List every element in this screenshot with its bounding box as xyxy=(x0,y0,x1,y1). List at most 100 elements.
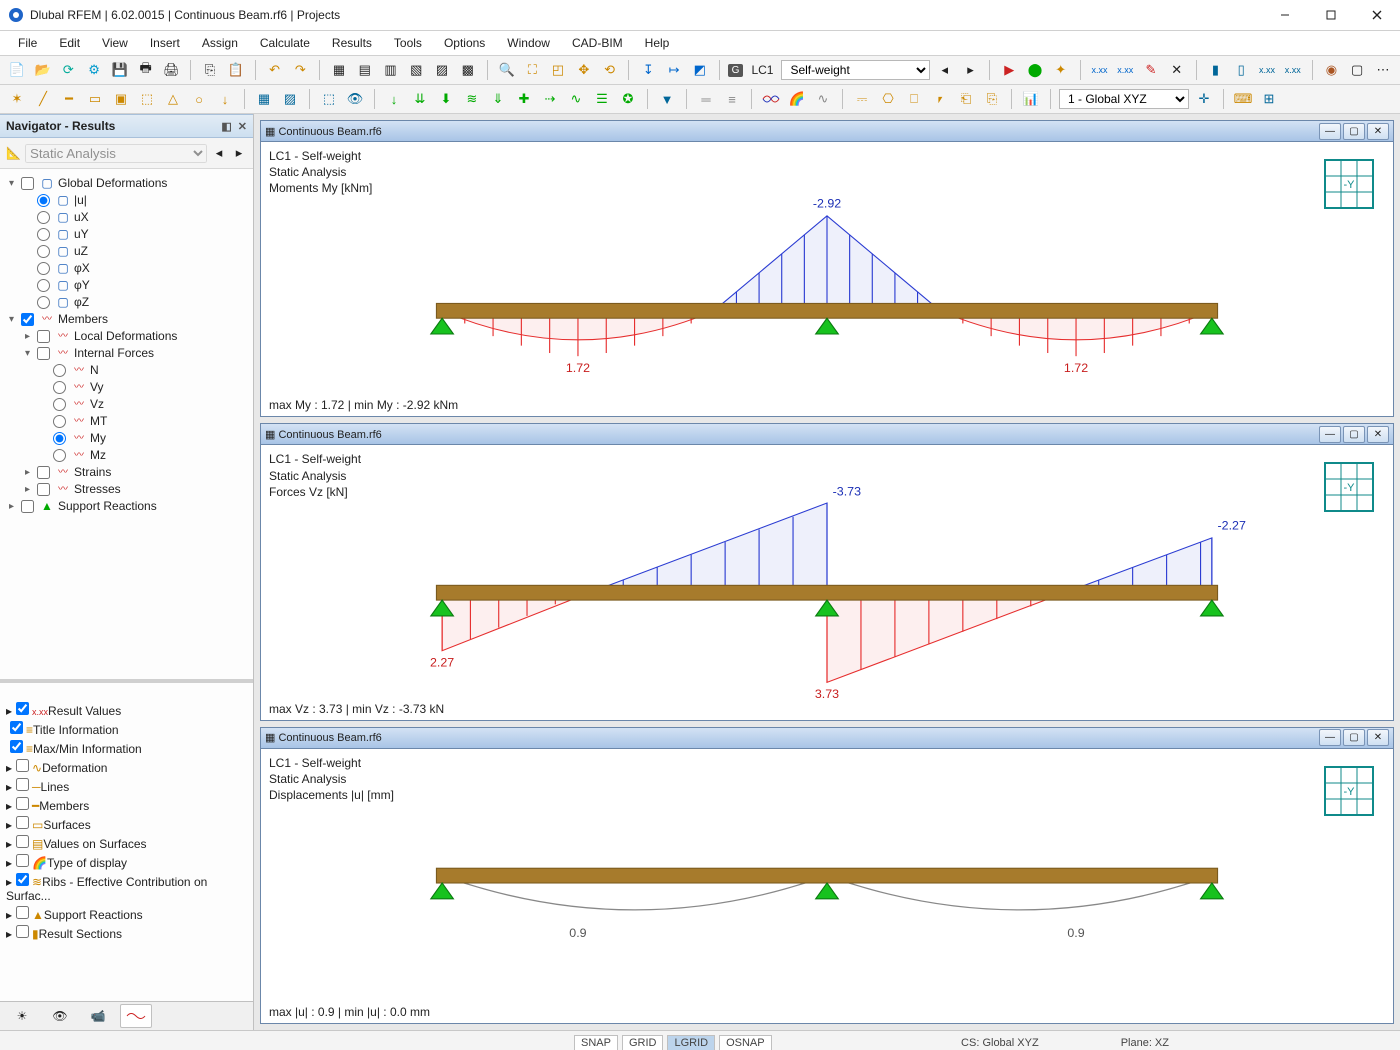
new-icon[interactable]: 📄 xyxy=(6,59,28,81)
view-min-button[interactable]: — xyxy=(1319,123,1341,140)
show-icon[interactable]: 👁 xyxy=(344,88,366,110)
diagram-style1-icon[interactable]: ⎓ xyxy=(851,88,873,110)
opt-label[interactable]: Result Values xyxy=(48,704,121,718)
osnap-toggle[interactable]: OSNAP xyxy=(719,1035,772,1050)
opt-checkbox[interactable] xyxy=(10,721,23,734)
tree-label[interactable]: Strains xyxy=(74,464,111,481)
grid-toggle[interactable]: GRID xyxy=(622,1035,664,1050)
twisty-icon[interactable]: ▾ xyxy=(6,175,17,192)
opt-checkbox[interactable] xyxy=(10,740,23,753)
viewport[interactable]: LC1 - Self-weight Static Analysis Moment… xyxy=(261,142,1393,416)
tree-label[interactable]: φZ xyxy=(74,294,89,311)
close-button[interactable] xyxy=(1354,0,1400,30)
wireframe-icon[interactable]: ▢ xyxy=(1346,59,1368,81)
analysis-type-select[interactable]: Static Analysis xyxy=(25,144,207,163)
surface-icon[interactable]: ▭ xyxy=(84,88,106,110)
section3-icon[interactable]: x.xx xyxy=(1256,59,1278,81)
mesh2-icon[interactable]: ▨ xyxy=(279,88,301,110)
calc-icon[interactable]: ▶ xyxy=(998,59,1020,81)
opt-checkbox[interactable] xyxy=(16,797,29,810)
tree-radio[interactable] xyxy=(53,449,66,462)
tab-results[interactable] xyxy=(120,1004,152,1028)
menu-edit[interactable]: Edit xyxy=(49,33,90,53)
movingload-icon[interactable]: ⇢ xyxy=(539,88,561,110)
opt-checkbox[interactable] xyxy=(16,906,29,919)
tree-label[interactable]: φY xyxy=(74,277,90,294)
tab-video[interactable]: 📹 xyxy=(82,1004,114,1028)
tree-label[interactable]: Members xyxy=(58,311,108,328)
tree-label[interactable]: N xyxy=(90,362,99,379)
paste-icon[interactable]: 📋 xyxy=(225,59,247,81)
lgrid-toggle[interactable]: LGRID xyxy=(667,1035,715,1050)
table5-icon[interactable]: ▨ xyxy=(431,59,453,81)
menu-file[interactable]: File xyxy=(8,33,47,53)
tree-radio[interactable] xyxy=(37,228,50,241)
tree-radio[interactable] xyxy=(37,245,50,258)
opt-checkbox[interactable] xyxy=(16,854,29,867)
tree-radio[interactable] xyxy=(37,296,50,309)
imposed-icon[interactable]: ⇓ xyxy=(487,88,509,110)
opt-label[interactable]: Deformation xyxy=(42,761,107,775)
opt-label[interactable]: Support Reactions xyxy=(44,908,143,922)
diagram-style2-icon[interactable]: ⎔ xyxy=(877,88,899,110)
view-max-button[interactable]: ▢ xyxy=(1343,123,1365,140)
tree-radio[interactable] xyxy=(37,279,50,292)
view-min-button[interactable]: — xyxy=(1319,729,1341,746)
maximize-button[interactable] xyxy=(1308,0,1354,30)
snap-toggle[interactable]: SNAP xyxy=(574,1035,618,1050)
twisty-icon[interactable]: ▸ xyxy=(22,328,33,345)
minimize-button[interactable] xyxy=(1262,0,1308,30)
tree-checkbox[interactable] xyxy=(21,313,34,326)
node-icon[interactable]: ✶ xyxy=(6,88,28,110)
opt-checkbox[interactable] xyxy=(16,702,29,715)
opt-checkbox[interactable] xyxy=(16,816,29,829)
tree-label[interactable]: Local Deformations xyxy=(74,328,177,345)
tree-checkbox[interactable] xyxy=(37,483,50,496)
diag1-icon[interactable]: ═ xyxy=(695,88,717,110)
opt-label[interactable]: Members xyxy=(39,799,89,813)
beam-icon[interactable]: ━ xyxy=(58,88,80,110)
menu-insert[interactable]: Insert xyxy=(140,33,190,53)
orientation-cube[interactable]: -Y xyxy=(1319,154,1379,214)
coord-system-select[interactable]: 1 - Global XYZ xyxy=(1059,89,1189,109)
next-lc-icon[interactable]: ▸ xyxy=(960,59,982,81)
loadcase-select[interactable]: Self-weight xyxy=(781,60,929,80)
open-icon[interactable]: 📂 xyxy=(32,59,54,81)
tree-radio[interactable] xyxy=(53,415,66,428)
tree-label[interactable]: uZ xyxy=(74,243,88,260)
settings-icon[interactable]: ⚙ xyxy=(83,59,105,81)
menu-cadbim[interactable]: CAD-BIM xyxy=(562,33,633,53)
opt-label[interactable]: Title Information xyxy=(33,723,119,737)
menu-results[interactable]: Results xyxy=(322,33,382,53)
opt-label[interactable]: Values on Surfaces xyxy=(43,837,146,851)
tree-radio[interactable] xyxy=(53,381,66,394)
undo-icon[interactable]: ↶ xyxy=(264,59,286,81)
tree-checkbox[interactable] xyxy=(37,466,50,479)
cs-icon[interactable]: ✛ xyxy=(1193,88,1215,110)
tree-checkbox[interactable] xyxy=(21,177,34,190)
orientation-cube[interactable]: -Y xyxy=(1319,761,1379,821)
save-icon[interactable]: 💾 xyxy=(109,59,131,81)
diagram-style5-icon[interactable]: ⎗ xyxy=(955,88,977,110)
zoom-in-icon[interactable]: 🔍 xyxy=(496,59,518,81)
opt-checkbox[interactable] xyxy=(16,835,29,848)
view-close-button[interactable]: ✕ xyxy=(1367,426,1389,443)
tree-checkbox[interactable] xyxy=(21,500,34,513)
table1-icon[interactable]: ▦ xyxy=(328,59,350,81)
tree-radio[interactable] xyxy=(37,194,50,207)
lineload-icon[interactable]: ⇊ xyxy=(409,88,431,110)
view-close-button[interactable]: ✕ xyxy=(1367,729,1389,746)
table4-icon[interactable]: ▧ xyxy=(405,59,427,81)
areaload-icon[interactable]: ⬇ xyxy=(435,88,457,110)
filter-icon[interactable]: ▼ xyxy=(656,88,678,110)
script-icon[interactable]: ⌨ xyxy=(1232,88,1254,110)
result-label2-icon[interactable]: x.xx xyxy=(1114,59,1136,81)
twisty-icon[interactable]: ▸ xyxy=(22,464,33,481)
hinge-icon[interactable]: ○ xyxy=(188,88,210,110)
load-icon[interactable]: ↓ xyxy=(214,88,236,110)
section2-icon[interactable]: ▯ xyxy=(1230,59,1252,81)
color-scale-icon[interactable]: 📊 xyxy=(1020,88,1042,110)
view-max-button[interactable]: ▢ xyxy=(1343,729,1365,746)
select-icon[interactable]: ⬚ xyxy=(318,88,340,110)
tree-label[interactable]: uX xyxy=(74,209,89,226)
